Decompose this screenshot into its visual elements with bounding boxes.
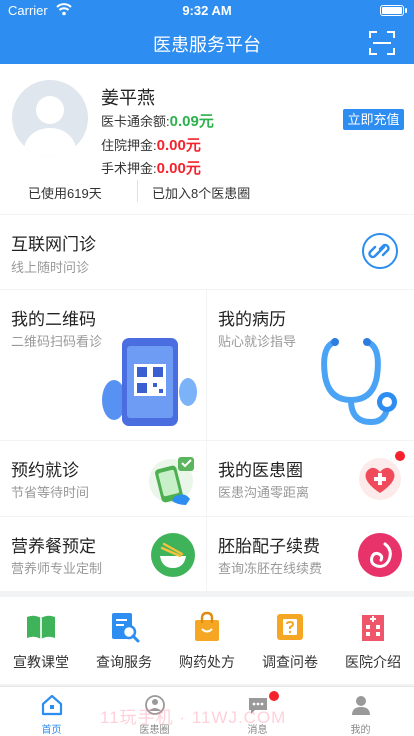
tab-profile[interactable]: 我的 [309, 687, 412, 736]
surgery-deposit-label: 手术押金: [101, 161, 157, 176]
quick-item-label: 宣教课堂 [13, 654, 69, 670]
quick-services: 宣教课堂 查询服务 购药处方 调查问卷 医院介绍 [0, 597, 414, 684]
embryo-icon [358, 533, 402, 577]
nutrition-meal-title: 营养餐预定 [11, 537, 96, 556]
medical-record-subtitle: 贴心就诊指导 [218, 334, 297, 349]
recharge-button[interactable]: 立即充值 [343, 109, 404, 130]
survey-icon [277, 614, 303, 640]
hospital-icon [362, 615, 384, 641]
medical-record-title: 我的病历 [218, 310, 286, 329]
appointment-title: 预约就诊 [11, 461, 79, 480]
embryo-fee-tile[interactable]: 胚胎配子续费 查询冻胚在线续费 [207, 517, 414, 591]
online-clinic-tile[interactable]: 互联网门诊 线上随时问诊 [0, 215, 414, 289]
watermark: 11玩手机 · 11WJ.COM [100, 708, 287, 727]
hospital-deposit-value: 0.00元 [156, 137, 201, 154]
qr-code-tile[interactable]: 我的二维码 二维码扫码看诊 [0, 290, 206, 440]
quick-item-pharmacy[interactable]: 购药处方 [166, 597, 248, 684]
link-icon [362, 233, 398, 269]
card-balance-value: 0.09元 [169, 113, 214, 130]
days-used: 已使用619天 [28, 186, 102, 201]
embryo-fee-subtitle: 查询冻胚在线续费 [218, 561, 323, 576]
online-clinic-subtitle: 线上随时问诊 [11, 260, 90, 275]
messages-badge [269, 691, 279, 701]
tab-label: 首页 [41, 725, 62, 736]
user-icon [352, 696, 370, 715]
hospital-deposit-row: 住院押金:0.00元 [101, 134, 201, 155]
embryo-fee-title: 胚胎配子续费 [218, 537, 320, 556]
medical-record-tile[interactable]: 我的病历 贴心就诊指导 [207, 290, 414, 440]
profile-card: 姜平燕 医卡通余额:0.09元 住院押金:0.00元 手术押金:0.00元 立即… [0, 64, 414, 214]
tab-label: 我的 [350, 725, 371, 736]
stethoscope-icon [321, 338, 397, 426]
battery-icon [380, 5, 404, 16]
surgery-deposit-value: 0.00元 [156, 160, 201, 177]
hospital-deposit-label: 住院押金: [101, 138, 157, 153]
doctor-circle-title: 我的医患圈 [218, 461, 303, 480]
online-clinic-title: 互联网门诊 [11, 235, 96, 254]
appointment-subtitle: 节省等待时间 [11, 485, 90, 500]
status-time: 9:32 AM [182, 3, 232, 18]
circles-joined[interactable]: 已加入8个医患圈 [152, 183, 250, 202]
page-title: 医患服务平台 [153, 35, 261, 55]
scan-icon[interactable] [368, 29, 396, 57]
quick-item-hospital[interactable]: 医院介绍 [332, 597, 414, 684]
quick-item-education[interactable]: 宣教课堂 [0, 597, 82, 684]
status-bar: Carrier 9:32 AM [0, 0, 414, 22]
appointment-phone-icon [149, 457, 194, 505]
surgery-deposit-row: 手术押金:0.00元 [101, 157, 201, 178]
quick-item-query[interactable]: 查询服务 [83, 597, 165, 684]
quick-item-label: 调查问卷 [262, 654, 318, 670]
qr-code-title: 我的二维码 [11, 310, 96, 329]
doctor-circle-tile[interactable]: 我的医患圈 医患沟通零距离 [207, 441, 414, 516]
user-name: 姜平燕 [101, 88, 155, 108]
book-icon [27, 615, 55, 639]
doctor-circle-subtitle: 医患沟通零距离 [218, 485, 310, 500]
avatar[interactable] [12, 80, 88, 156]
home-icon [41, 694, 63, 716]
search-document-icon [112, 613, 140, 643]
nutrition-meal-subtitle: 营养师专业定制 [11, 561, 103, 576]
quick-item-label: 医院介绍 [345, 654, 401, 670]
card-balance-row: 医卡通余额:0.09元 [101, 110, 214, 131]
phone-qr-icon [102, 338, 197, 426]
stat-divider [137, 180, 138, 202]
shopping-bag-icon [195, 611, 219, 641]
bowl-icon [151, 533, 195, 577]
nutrition-meal-tile[interactable]: 营养餐预定 营养师专业定制 [0, 517, 206, 591]
doctor-circle-badge [395, 451, 405, 461]
quick-item-label: 购药处方 [179, 654, 235, 670]
card-balance-label: 医卡通余额: [101, 114, 170, 129]
appointment-tile[interactable]: 预约就诊 节省等待时间 [0, 441, 206, 516]
user-silhouette-icon [24, 96, 76, 156]
qr-code-subtitle: 二维码扫码看诊 [11, 334, 103, 349]
quick-item-survey[interactable]: 调查问卷 [249, 597, 331, 684]
tab-home[interactable]: 首页 [0, 687, 103, 736]
quick-item-label: 查询服务 [96, 654, 152, 670]
nav-bar: 医患服务平台 [0, 22, 414, 64]
battery-tip [405, 8, 407, 13]
